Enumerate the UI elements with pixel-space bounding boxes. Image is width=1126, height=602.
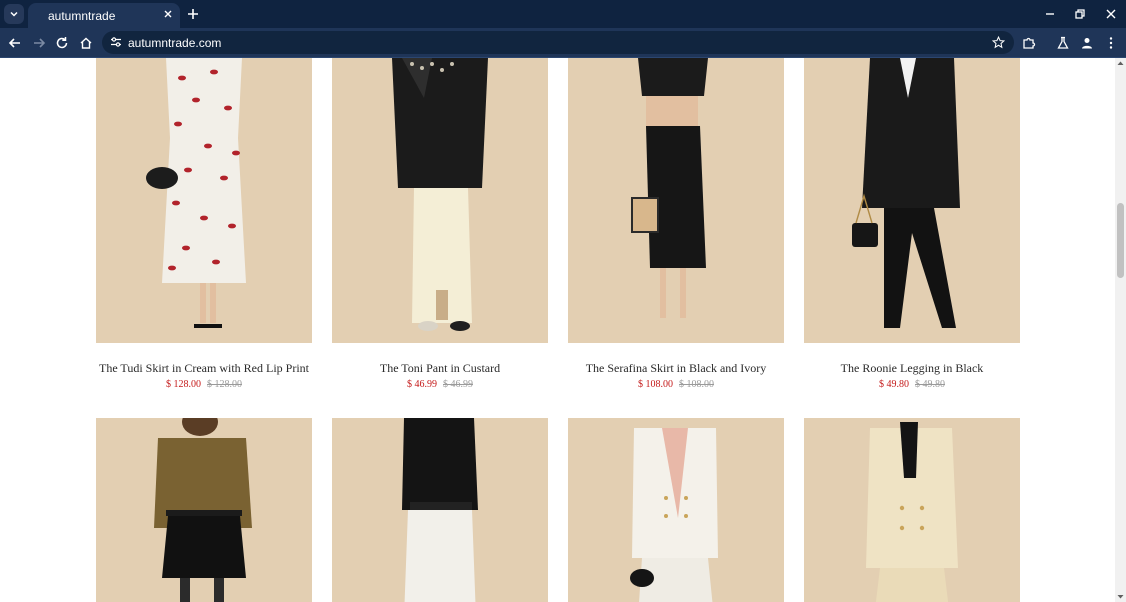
product-price: $ 128.00 $ 128.00 [96, 379, 312, 390]
tab-search-button[interactable] [4, 4, 24, 24]
page-scrollbar[interactable] [1115, 58, 1126, 602]
product-price: $ 108.00 $ 108.00 [568, 379, 784, 390]
product-card[interactable]: The Toni Pant in Custard $ 46.99 $ 46.99 [332, 58, 548, 398]
sale-price: $ 108.00 [638, 379, 673, 390]
product-card[interactable] [568, 418, 784, 602]
product-card[interactable] [804, 418, 1020, 602]
product-price: $ 46.99 $ 46.99 [332, 379, 548, 390]
original-price: $ 128.00 [207, 379, 242, 390]
new-tab-button[interactable] [184, 5, 202, 23]
product-photo [804, 418, 1020, 602]
scroll-thumb[interactable] [1117, 203, 1124, 278]
flask-icon [1057, 36, 1069, 49]
product-photo [332, 58, 548, 343]
active-tab[interactable]: autumntrade [28, 3, 180, 28]
original-price: $ 46.99 [443, 379, 473, 390]
close-icon [164, 10, 172, 18]
puzzle-icon [1023, 37, 1036, 49]
extensions-button[interactable] [1019, 33, 1039, 53]
product-image[interactable] [96, 58, 312, 343]
product-photo [96, 418, 312, 602]
site-info-button[interactable] [108, 34, 124, 50]
sale-price: $ 46.99 [407, 379, 437, 390]
tab-title: autumntrade [48, 9, 116, 23]
person-icon [1082, 38, 1092, 49]
product-photo [332, 418, 548, 602]
arrow-right-icon [34, 38, 46, 48]
product-photo [568, 418, 784, 602]
restore-button[interactable] [1070, 4, 1090, 24]
page-viewport: The Tudi Skirt in Cream with Red Lip Pri… [0, 58, 1115, 602]
chevron-down-icon [10, 11, 18, 17]
url-text: autumntrade.com [128, 36, 222, 50]
product-image[interactable] [96, 418, 312, 602]
product-image[interactable] [804, 58, 1020, 343]
product-photo [96, 58, 312, 343]
product-card[interactable] [96, 418, 312, 602]
product-image[interactable] [568, 418, 784, 602]
labs-button[interactable] [1053, 33, 1073, 53]
plus-icon [188, 9, 198, 19]
sale-price: $ 49.80 [879, 379, 909, 390]
sale-price: $ 128.00 [166, 379, 201, 390]
arrow-left-icon [8, 38, 20, 48]
product-image[interactable] [332, 58, 548, 343]
more-vertical-icon [1109, 37, 1113, 49]
original-price: $ 49.80 [915, 379, 945, 390]
product-card[interactable]: The Roonie Legging in Black $ 49.80 $ 49.… [804, 58, 1020, 398]
scroll-down-icon[interactable] [1117, 593, 1124, 600]
scroll-up-icon[interactable] [1117, 60, 1124, 67]
minimize-button[interactable] [1040, 4, 1060, 24]
forward-button[interactable] [29, 33, 49, 53]
product-image[interactable] [568, 58, 784, 343]
home-button[interactable] [76, 33, 96, 53]
profile-button[interactable] [1077, 33, 1097, 53]
bookmark-button[interactable] [990, 34, 1006, 50]
product-card[interactable]: The Tudi Skirt in Cream with Red Lip Pri… [96, 58, 312, 398]
product-price: $ 49.80 $ 49.80 [804, 379, 1020, 390]
product-card[interactable]: The Serafina Skirt in Black and Ivory $ … [568, 58, 784, 398]
product-name[interactable]: The Serafina Skirt in Black and Ivory [556, 361, 796, 376]
product-image[interactable] [332, 418, 548, 602]
tune-icon [111, 37, 121, 47]
product-card[interactable] [332, 418, 548, 602]
reload-icon [56, 37, 68, 49]
restore-icon [1075, 9, 1085, 19]
product-photo [568, 58, 784, 343]
product-name[interactable]: The Roonie Legging in Black [792, 361, 1032, 376]
address-bar[interactable]: autumntrade.com [102, 31, 1014, 54]
reload-button[interactable] [52, 33, 72, 53]
product-name[interactable]: The Toni Pant in Custard [320, 361, 560, 376]
original-price: $ 108.00 [679, 379, 714, 390]
product-name[interactable]: The Tudi Skirt in Cream with Red Lip Pri… [84, 361, 324, 376]
minimize-icon [1046, 13, 1054, 15]
back-button[interactable] [5, 33, 25, 53]
tab-close-button[interactable] [160, 6, 176, 22]
close-window-button[interactable] [1101, 4, 1121, 24]
product-photo [804, 58, 1020, 343]
home-icon [80, 37, 92, 49]
product-image[interactable] [804, 418, 1020, 602]
browser-toolbar: autumntrade.com [0, 28, 1126, 58]
star-icon [991, 35, 1005, 48]
close-icon [1106, 9, 1116, 19]
browser-tab-strip: autumntrade [0, 0, 1126, 28]
browser-menu-button[interactable] [1101, 33, 1121, 53]
